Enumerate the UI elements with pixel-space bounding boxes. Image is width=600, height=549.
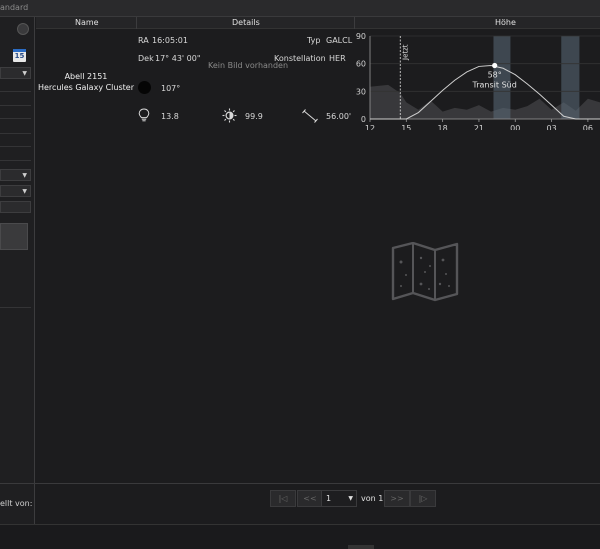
filter-dropdown-2[interactable]: ▼	[0, 169, 31, 181]
results-table: Name Details Höhe Abell 2151 Hercules Ga…	[36, 17, 600, 524]
column-divider[interactable]	[136, 17, 137, 29]
ruler-icon	[302, 109, 318, 123]
toolbar: andard	[0, 0, 600, 17]
apply-filter-button[interactable]	[0, 223, 28, 250]
divider	[0, 118, 31, 119]
divider	[0, 160, 31, 161]
scrollbar-thumb[interactable]	[348, 545, 374, 549]
status-bar	[0, 524, 600, 549]
moon-angle: 107°	[161, 84, 181, 93]
x-tick-12: 12	[365, 124, 375, 130]
x-tick-18: 18	[438, 124, 448, 130]
filter-field[interactable]	[0, 201, 31, 213]
header-altitude[interactable]: Höhe	[495, 18, 516, 27]
magnitude-value: 13.8	[161, 112, 179, 121]
surface-brightness-value: 99.9	[245, 112, 263, 121]
object-alias: Hercules Galaxy Cluster	[37, 83, 134, 92]
refresh-icon[interactable]	[17, 23, 29, 35]
x-tick-06: 06	[583, 124, 593, 130]
lightbulb-icon	[138, 108, 150, 122]
divider	[0, 91, 31, 92]
toolbar-label: andard	[0, 3, 29, 12]
constellation-label: Konstellation	[274, 54, 326, 63]
divider	[0, 133, 31, 134]
night-band-1	[561, 36, 580, 119]
filter-dropdown-1[interactable]: ▼	[0, 67, 31, 79]
filter-dropdown-3[interactable]: ▼	[0, 185, 31, 197]
page-total: 1	[378, 494, 384, 503]
transit-label: Transit Süd	[472, 81, 517, 90]
column-divider[interactable]	[354, 17, 355, 29]
divider	[0, 146, 31, 147]
first-page-button[interactable]: |◁	[270, 490, 296, 507]
transit-altitude-label: 58°	[488, 71, 502, 80]
x-tick-15: 15	[401, 124, 411, 130]
page-count: von 1	[361, 494, 383, 503]
x-tick-03: 03	[546, 124, 556, 130]
table-header: Name Details Höhe	[36, 17, 600, 29]
divider	[0, 105, 31, 106]
page-select-value: 1	[326, 494, 332, 503]
divider	[0, 307, 31, 308]
page-of-label: von	[361, 494, 376, 503]
dec-value: 17° 43' 00"	[155, 54, 201, 63]
last-page-button[interactable]: |▷	[410, 490, 436, 507]
next-page-button[interactable]: >>	[384, 490, 410, 507]
dec-label: Dek	[138, 54, 154, 63]
y-tick-60: 60	[356, 60, 366, 69]
ra-value: 16:05:01	[152, 36, 188, 45]
chevron-down-icon: ▼	[22, 188, 27, 195]
transit-point	[492, 62, 498, 69]
x-tick-21: 21	[474, 124, 484, 130]
prev-page-button[interactable]: <<	[297, 490, 323, 507]
chevron-down-icon: ▼	[348, 495, 353, 502]
sun-icon	[222, 108, 237, 123]
x-tick-00: 00	[510, 124, 520, 130]
ra-label: RA	[138, 36, 149, 45]
chevron-down-icon: ▼	[22, 172, 27, 179]
moon-icon	[138, 81, 151, 94]
y-tick-30: 30	[356, 87, 366, 96]
object-name: Abell 2151	[64, 72, 108, 81]
star-map-icon	[391, 242, 459, 302]
header-details[interactable]: Details	[232, 18, 260, 27]
creator-label: ellt von:	[0, 499, 33, 508]
chevron-down-icon: ▼	[22, 70, 27, 77]
divider	[0, 483, 600, 484]
altitude-chart[interactable]: 0 30 60 90 12 15 18 21 00 03 06 Jetzt 58°Transit Süd	[336, 30, 600, 130]
header-name[interactable]: Name	[75, 18, 99, 27]
filter-sidebar: 15 ▼ ▼ ▼ ellt von:	[0, 17, 35, 524]
y-tick-90: 90	[356, 32, 366, 41]
now-label: Jetzt	[401, 44, 409, 61]
type-label: Typ	[307, 36, 321, 45]
page-select[interactable]: 1 ▼	[321, 490, 357, 507]
y-tick-0: 0	[361, 115, 366, 124]
calendar-icon[interactable]: 15	[13, 49, 26, 62]
